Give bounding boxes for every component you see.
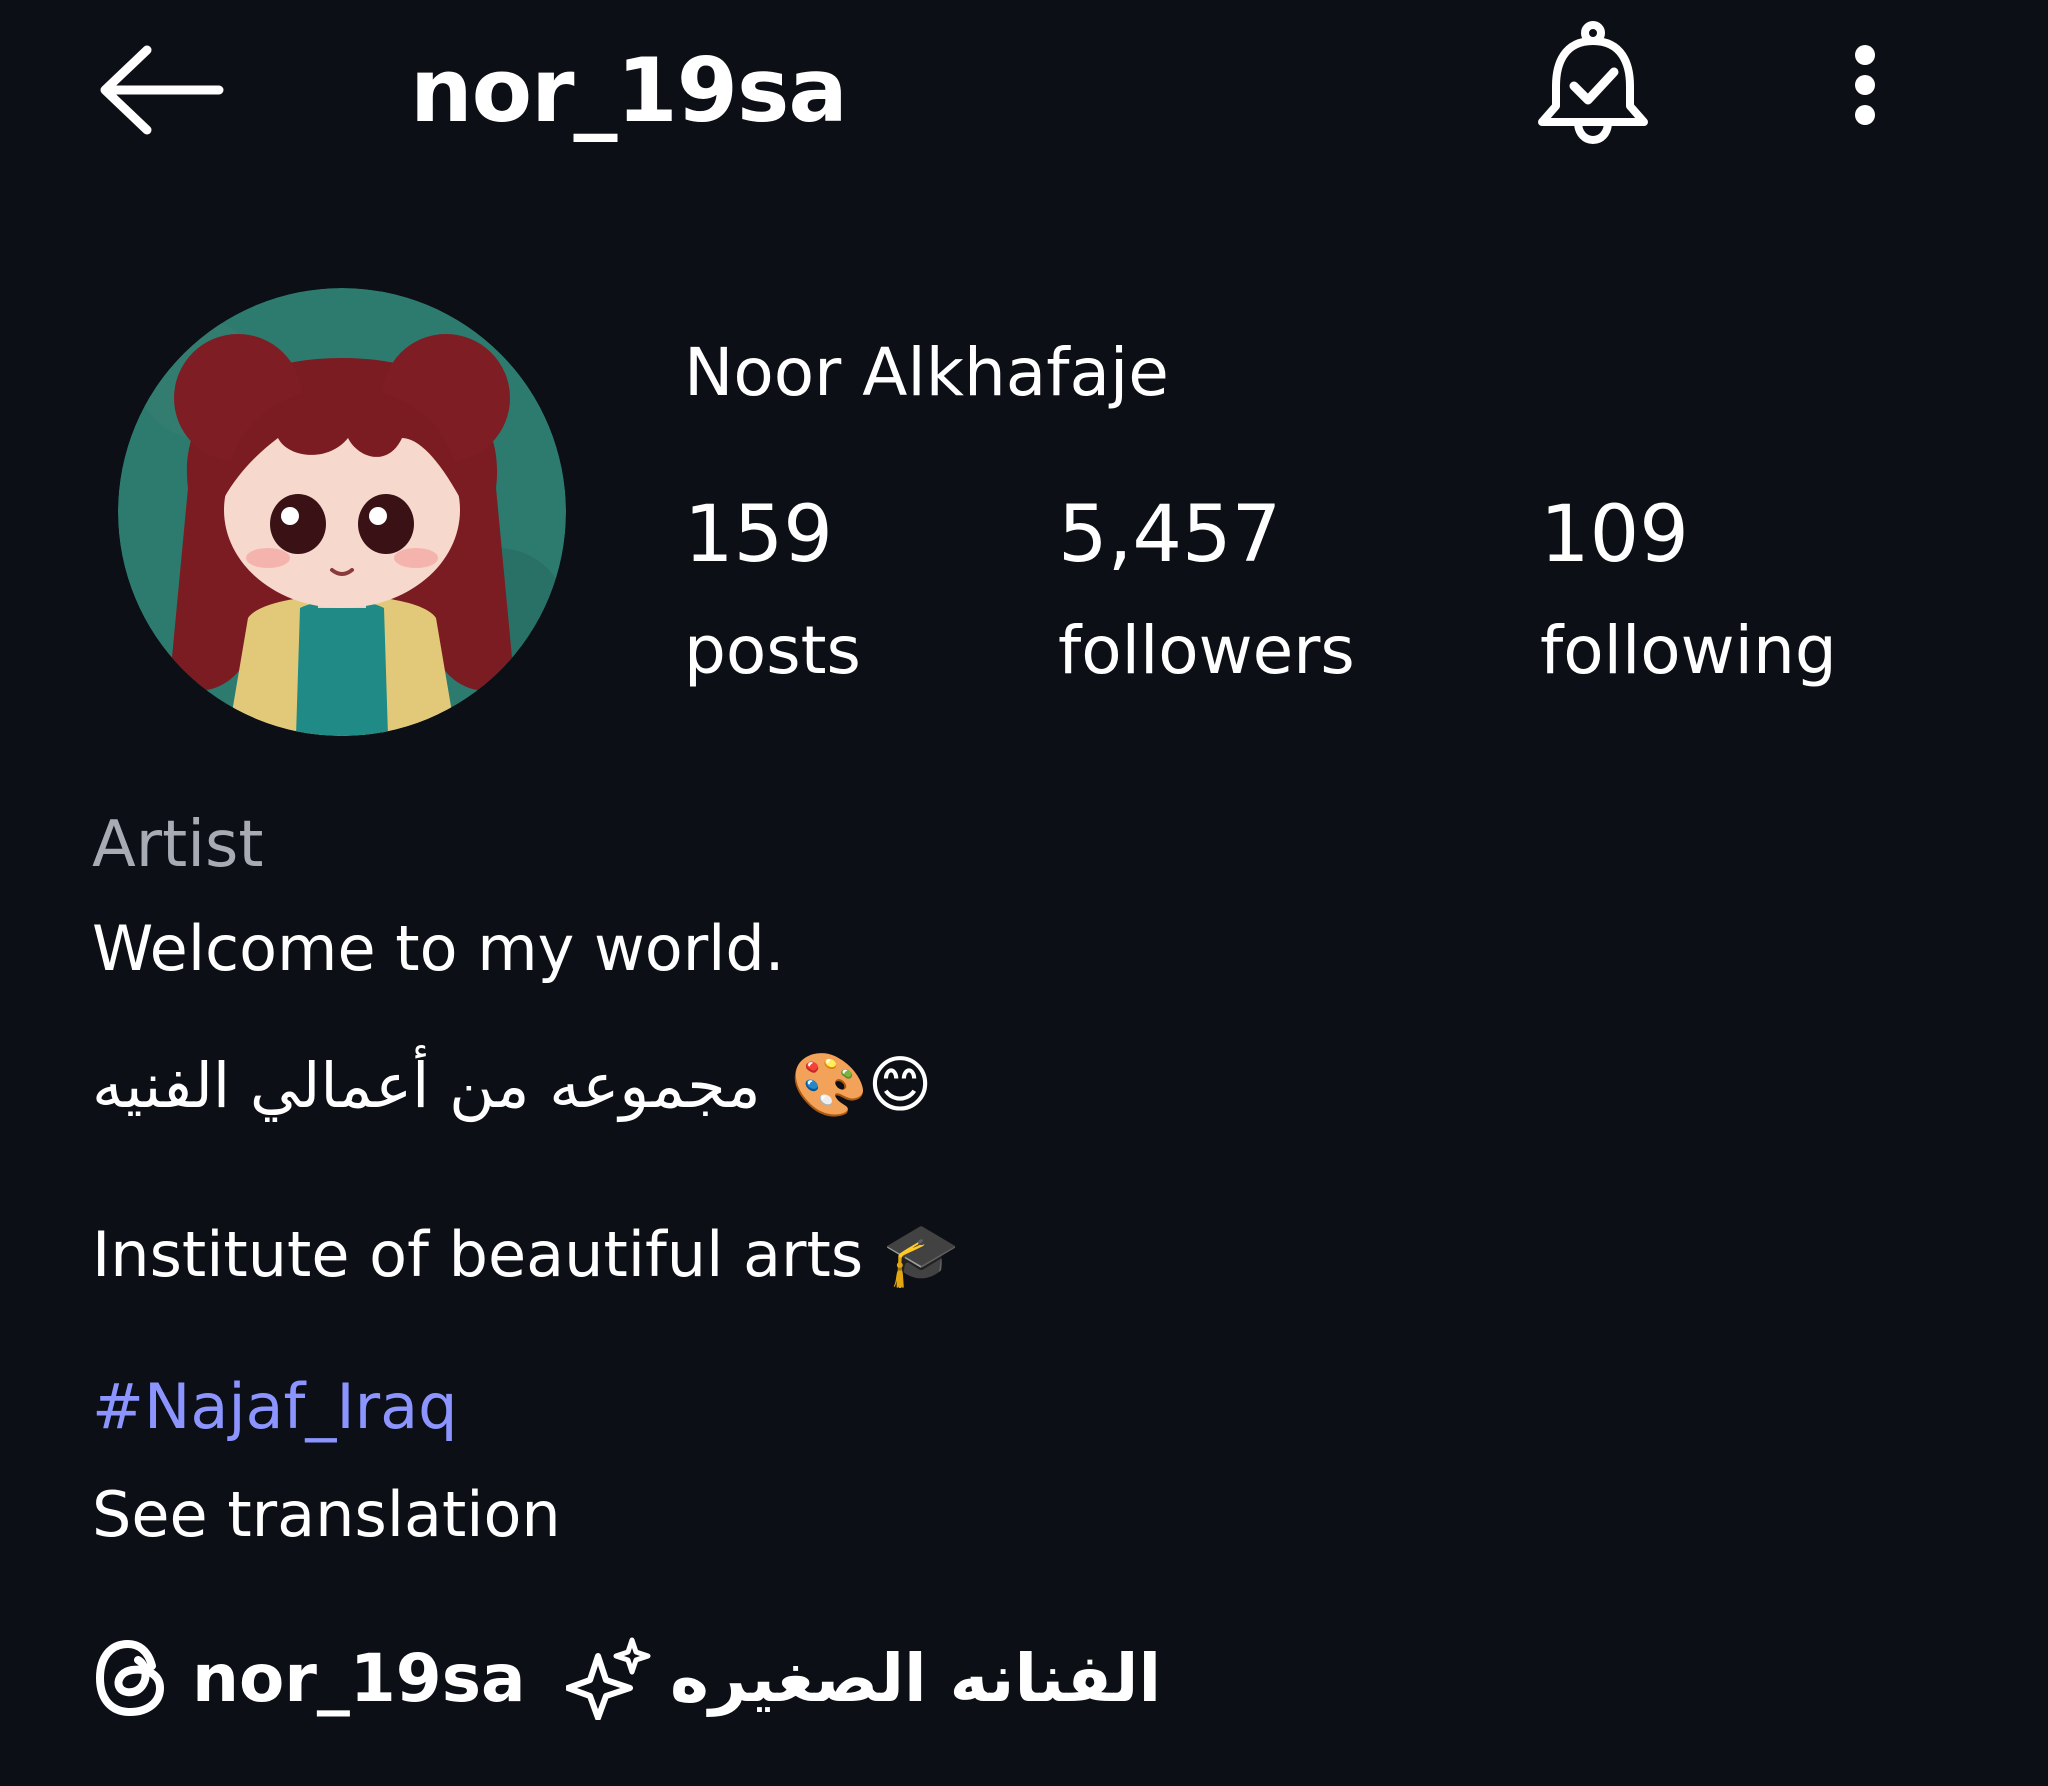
threads-handle: nor_19sa bbox=[192, 1639, 526, 1717]
palette-smile-emoji: 🎨😊 bbox=[790, 1048, 933, 1121]
profile-avatar[interactable] bbox=[118, 288, 566, 736]
arrow-left-icon bbox=[100, 45, 224, 135]
profile-category: Artist bbox=[92, 808, 264, 882]
see-translation-button[interactable]: See translation bbox=[92, 1478, 561, 1551]
posts-count[interactable]: 159 bbox=[684, 490, 833, 580]
threads-icon bbox=[96, 1640, 164, 1716]
bio-line-welcome: Welcome to my world. bbox=[92, 912, 785, 985]
profile-username-title: nor_19sa bbox=[410, 38, 848, 142]
sparkle-icon bbox=[566, 1637, 651, 1720]
arabic-title-text: الفنانه الصغيره bbox=[670, 1639, 1162, 1717]
posts-label[interactable]: posts bbox=[684, 612, 861, 689]
followers-label[interactable]: followers bbox=[1058, 612, 1355, 689]
arabic-title-link[interactable]: الفنانه الصغيره bbox=[566, 1636, 1161, 1720]
following-label[interactable]: following bbox=[1540, 612, 1837, 689]
bio-institute-text: Institute of beautiful arts bbox=[92, 1218, 864, 1291]
followers-count[interactable]: 5,457 bbox=[1058, 490, 1281, 580]
display-name: Noor Alkhafaje bbox=[684, 334, 1169, 411]
graduation-cap-emoji: 🎓 bbox=[882, 1218, 961, 1291]
following-count[interactable]: 109 bbox=[1540, 490, 1689, 580]
back-button[interactable] bbox=[92, 36, 228, 144]
cartoon-girl-avatar bbox=[118, 288, 566, 736]
bell-check-icon bbox=[1538, 21, 1648, 144]
more-vertical-icon bbox=[1855, 45, 1875, 65]
more-options-button[interactable] bbox=[1830, 30, 1900, 140]
hashtag-link[interactable]: #Najaf_Iraq bbox=[92, 1370, 458, 1443]
bio-arabic-text: مجموعه من أعمالي الفنيه bbox=[92, 1048, 761, 1122]
notifications-button[interactable] bbox=[1528, 14, 1658, 156]
threads-profile-link[interactable]: nor_19sa bbox=[92, 1636, 526, 1720]
bio-line-arabic: مجموعه من أعمالي الفنيه 🎨😊 bbox=[92, 1048, 932, 1122]
bio-line-institute: Institute of beautiful arts 🎓 bbox=[92, 1218, 960, 1292]
